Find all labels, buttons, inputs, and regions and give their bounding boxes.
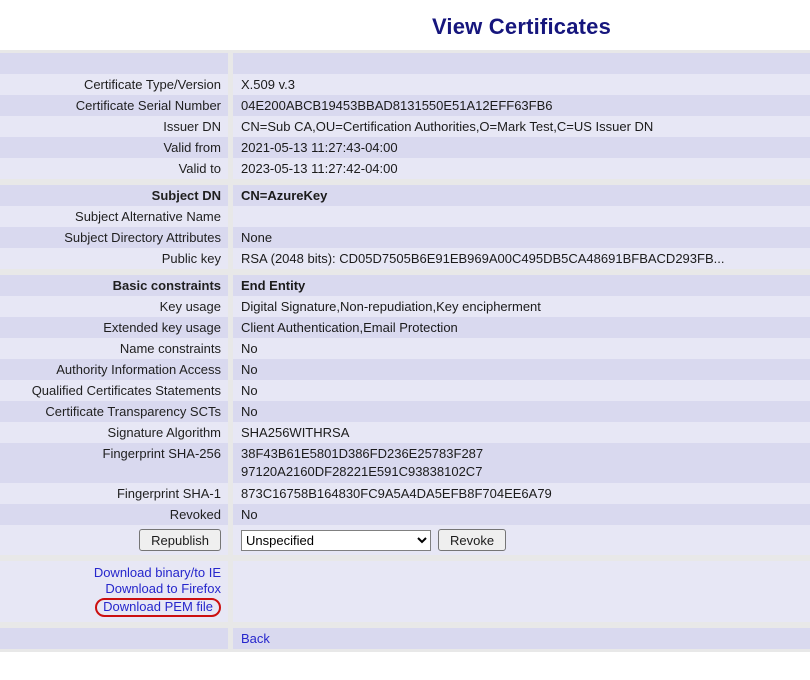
row-name-constraints: Name constraints No — [0, 338, 810, 359]
blank-header-value-cell — [233, 53, 810, 74]
public-key-label: Public key — [0, 248, 228, 269]
revoked-label: Revoked — [0, 504, 228, 525]
back-cell: Back — [233, 628, 810, 649]
blank-header-row — [0, 53, 810, 74]
row-revoked: Revoked No — [0, 504, 810, 525]
fingerprint-sha1-label: Fingerprint SHA-1 — [0, 483, 228, 504]
row-certificate-serial-number: Certificate Serial Number 04E200ABCB1945… — [0, 95, 810, 116]
downloads-empty-cell — [233, 561, 810, 622]
row-qualified-certificates-statements: Qualified Certificates Statements No — [0, 380, 810, 401]
subject-dn-value: CN=AzureKey — [233, 185, 810, 206]
fingerprint-sha256-value: 38F43B61E5801D386FD236E25783F287 97120A2… — [233, 443, 810, 483]
row-public-key: Public key RSA (2048 bits): CD05D7505B6E… — [0, 248, 810, 269]
row-fingerprint-sha256: Fingerprint SHA-256 38F43B61E5801D386FD2… — [0, 443, 810, 483]
subject-alternative-name-value — [233, 206, 810, 227]
key-usage-value: Digital Signature,Non-repudiation,Key en… — [233, 296, 810, 317]
certificate-details-table: Certificate Type/Version X.509 v.3 Certi… — [0, 50, 810, 652]
section-extensions: Basic constraints End Entity Key usage D… — [0, 275, 810, 555]
certificate-type-version-label: Certificate Type/Version — [0, 74, 228, 95]
key-usage-label: Key usage — [0, 296, 228, 317]
qualified-certificates-statements-label: Qualified Certificates Statements — [0, 380, 228, 401]
certificate-type-version-value: X.509 v.3 — [233, 74, 810, 95]
section-footer: Back — [0, 628, 810, 649]
qualified-certificates-statements-value: No — [233, 380, 810, 401]
revoke-button[interactable]: Revoke — [438, 529, 506, 551]
fingerprint-sha1-value: 873C16758B164830FC9A5A4DA5EFB8F704EE6A79 — [233, 483, 810, 504]
authority-information-access-value: No — [233, 359, 810, 380]
row-signature-algorithm: Signature Algorithm SHA256WITHRSA — [0, 422, 810, 443]
issuer-dn-value: CN=Sub CA,OU=Certification Authorities,O… — [233, 116, 810, 137]
name-constraints-value: No — [233, 338, 810, 359]
basic-constraints-value: End Entity — [233, 275, 810, 296]
subject-directory-attributes-label: Subject Directory Attributes — [0, 227, 228, 248]
extended-key-usage-label: Extended key usage — [0, 317, 228, 338]
row-subject-directory-attributes: Subject Directory Attributes None — [0, 227, 810, 248]
basic-constraints-label: Basic constraints — [0, 275, 228, 296]
extended-key-usage-value: Client Authentication,Email Protection — [233, 317, 810, 338]
certificate-transparency-scts-label: Certificate Transparency SCTs — [0, 401, 228, 422]
blank-header-label-cell — [0, 53, 228, 74]
pem-highlight-oval: Download PEM file — [95, 598, 221, 617]
valid-to-value: 2023-05-13 11:27:42-04:00 — [233, 158, 810, 179]
section-subject: Subject DN CN=AzureKey Subject Alternati… — [0, 185, 810, 269]
subject-alternative-name-label: Subject Alternative Name — [0, 206, 228, 227]
download-links-cell: Download binary/to IE Download to Firefo… — [0, 561, 228, 622]
row-subject-dn: Subject DN CN=AzureKey — [0, 185, 810, 206]
row-key-usage: Key usage Digital Signature,Non-repudiat… — [0, 296, 810, 317]
row-valid-from: Valid from 2021-05-13 11:27:43-04:00 — [0, 137, 810, 158]
download-firefox-link[interactable]: Download to Firefox — [105, 581, 221, 597]
republish-button[interactable]: Republish — [139, 529, 221, 551]
public-key-value: RSA (2048 bits): CD05D7505B6E91EB969A00C… — [233, 248, 810, 269]
row-fingerprint-sha1: Fingerprint SHA-1 873C16758B164830FC9A5A… — [0, 483, 810, 504]
fingerprint-sha256-line2: 97120A2160DF28221E591C93838102C7 — [241, 463, 810, 481]
certificate-serial-number-value: 04E200ABCB19453BBAD8131550E51A12EFF63FB6 — [233, 95, 810, 116]
signature-algorithm-label: Signature Algorithm — [0, 422, 228, 443]
row-downloads: Download binary/to IE Download to Firefo… — [0, 561, 810, 622]
revoke-cell: Unspecified Revoke — [233, 525, 810, 555]
back-link[interactable]: Back — [241, 631, 270, 646]
row-authority-information-access: Authority Information Access No — [0, 359, 810, 380]
authority-information-access-label: Authority Information Access — [0, 359, 228, 380]
name-constraints-label: Name constraints — [0, 338, 228, 359]
fingerprint-sha256-label: Fingerprint SHA-256 — [0, 443, 228, 483]
row-actions: Republish Unspecified Revoke — [0, 525, 810, 555]
fingerprint-sha256-line1: 38F43B61E5801D386FD236E25783F287 — [241, 445, 810, 463]
row-valid-to: Valid to 2023-05-13 11:27:42-04:00 — [0, 158, 810, 179]
signature-algorithm-value: SHA256WITHRSA — [233, 422, 810, 443]
section-general: Certificate Type/Version X.509 v.3 Certi… — [0, 53, 810, 179]
row-certificate-transparency-scts: Certificate Transparency SCTs No — [0, 401, 810, 422]
page-title: View Certificates — [432, 14, 611, 39]
page-header: View Certificates — [233, 0, 810, 50]
issuer-dn-label: Issuer DN — [0, 116, 228, 137]
row-issuer-dn: Issuer DN CN=Sub CA,OU=Certification Aut… — [0, 116, 810, 137]
valid-from-label: Valid from — [0, 137, 228, 158]
row-extended-key-usage: Extended key usage Client Authentication… — [0, 317, 810, 338]
subject-directory-attributes-value: None — [233, 227, 810, 248]
row-basic-constraints: Basic constraints End Entity — [0, 275, 810, 296]
republish-cell: Republish — [0, 525, 228, 555]
download-pem-link[interactable]: Download PEM file — [103, 599, 213, 614]
row-back: Back — [0, 628, 810, 649]
revocation-reason-select[interactable]: Unspecified — [241, 530, 431, 551]
certificate-serial-number-label: Certificate Serial Number — [0, 95, 228, 116]
subject-dn-label: Subject DN — [0, 185, 228, 206]
back-empty-cell — [0, 628, 228, 649]
row-certificate-type-version: Certificate Type/Version X.509 v.3 — [0, 74, 810, 95]
certificate-transparency-scts-value: No — [233, 401, 810, 422]
valid-to-label: Valid to — [0, 158, 228, 179]
valid-from-value: 2021-05-13 11:27:43-04:00 — [233, 137, 810, 158]
row-subject-alternative-name: Subject Alternative Name — [0, 206, 810, 227]
section-downloads: Download binary/to IE Download to Firefo… — [0, 561, 810, 622]
download-binary-ie-link[interactable]: Download binary/to IE — [94, 565, 221, 581]
revoked-value: No — [233, 504, 810, 525]
